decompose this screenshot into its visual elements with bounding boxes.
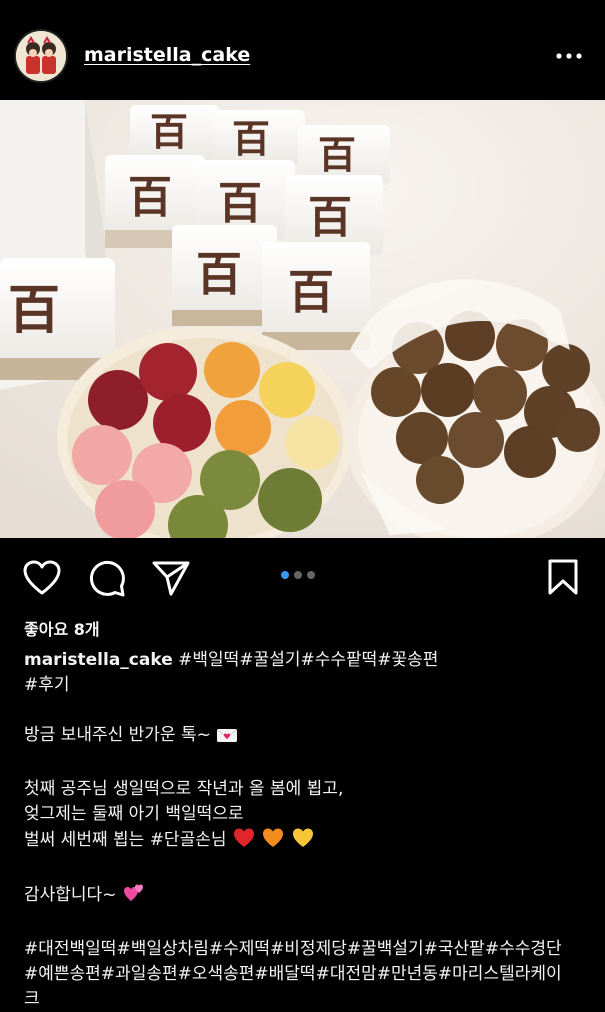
two-hearts-icon bbox=[122, 882, 146, 912]
heart-icon[interactable] bbox=[22, 560, 62, 600]
bookmark-icon[interactable] bbox=[546, 558, 580, 600]
yellow-heart-icon bbox=[291, 827, 315, 857]
post-header: maristella_cake bbox=[0, 0, 605, 100]
caption-line: 방금 보내주신 반가운 톡~ bbox=[24, 725, 211, 745]
carousel-dot bbox=[307, 571, 315, 579]
comment-bubble-icon[interactable] bbox=[88, 559, 126, 601]
carousel-dot-active bbox=[281, 571, 289, 579]
svg-text:百: 百 bbox=[8, 280, 60, 341]
likes-count[interactable]: 좋아요 8개 bbox=[24, 616, 100, 640]
svg-text:百: 百 bbox=[218, 178, 262, 229]
svg-text:百: 百 bbox=[308, 192, 352, 243]
post-username[interactable]: maristella_cake bbox=[84, 44, 250, 66]
svg-text:百: 百 bbox=[196, 247, 242, 301]
caption-line: 감사합니다~ bbox=[24, 885, 117, 905]
svg-text:百: 百 bbox=[150, 109, 188, 154]
svg-text:百: 百 bbox=[232, 116, 270, 161]
red-heart-icon bbox=[232, 827, 256, 857]
caption-hashtags[interactable]: #백일떡#꿀설기#수수팥떡#꽃송편 bbox=[178, 650, 438, 670]
caption-hashtags-line[interactable]: #대전백일떡#백일상차림#수제떡#비정제당#꿀백설기#국산팥#수수경단 bbox=[24, 937, 589, 962]
post-caption: maristella_cake #백일떡#꿀설기#수수팥떡#꽃송편 #후기 방금… bbox=[24, 648, 589, 1012]
paper-plane-icon[interactable] bbox=[152, 560, 190, 600]
caption-hashtags-line[interactable]: #예쁜송편#과일송편#오색송편#배달떡#대전맘#만년동#마리스텔라케이 bbox=[24, 962, 589, 987]
svg-text:百: 百 bbox=[128, 172, 172, 223]
caption-hashtag-review[interactable]: #후기 bbox=[24, 673, 589, 698]
caption-username[interactable]: maristella_cake bbox=[24, 650, 173, 670]
caption-line: 첫째 공주님 생일떡으로 작년과 올 봄에 뵙고, bbox=[24, 779, 344, 799]
svg-text:百: 百 bbox=[318, 132, 356, 177]
svg-text:百: 百 bbox=[288, 265, 334, 319]
envelope-heart-icon bbox=[216, 726, 238, 752]
profile-avatar[interactable] bbox=[16, 31, 66, 81]
caption-line: 엊그제는 둘째 아기 백일떡으로 bbox=[24, 804, 244, 824]
carousel-dot bbox=[294, 571, 302, 579]
carousel-indicator bbox=[281, 571, 315, 579]
orange-heart-icon bbox=[261, 827, 285, 857]
post-photo[interactable]: 百 百 百 百 百 百 百 百 百 bbox=[0, 100, 605, 538]
more-options-icon[interactable] bbox=[552, 44, 586, 68]
caption-line: 벌써 세번째 뵙는 #단골손님 bbox=[24, 830, 227, 850]
